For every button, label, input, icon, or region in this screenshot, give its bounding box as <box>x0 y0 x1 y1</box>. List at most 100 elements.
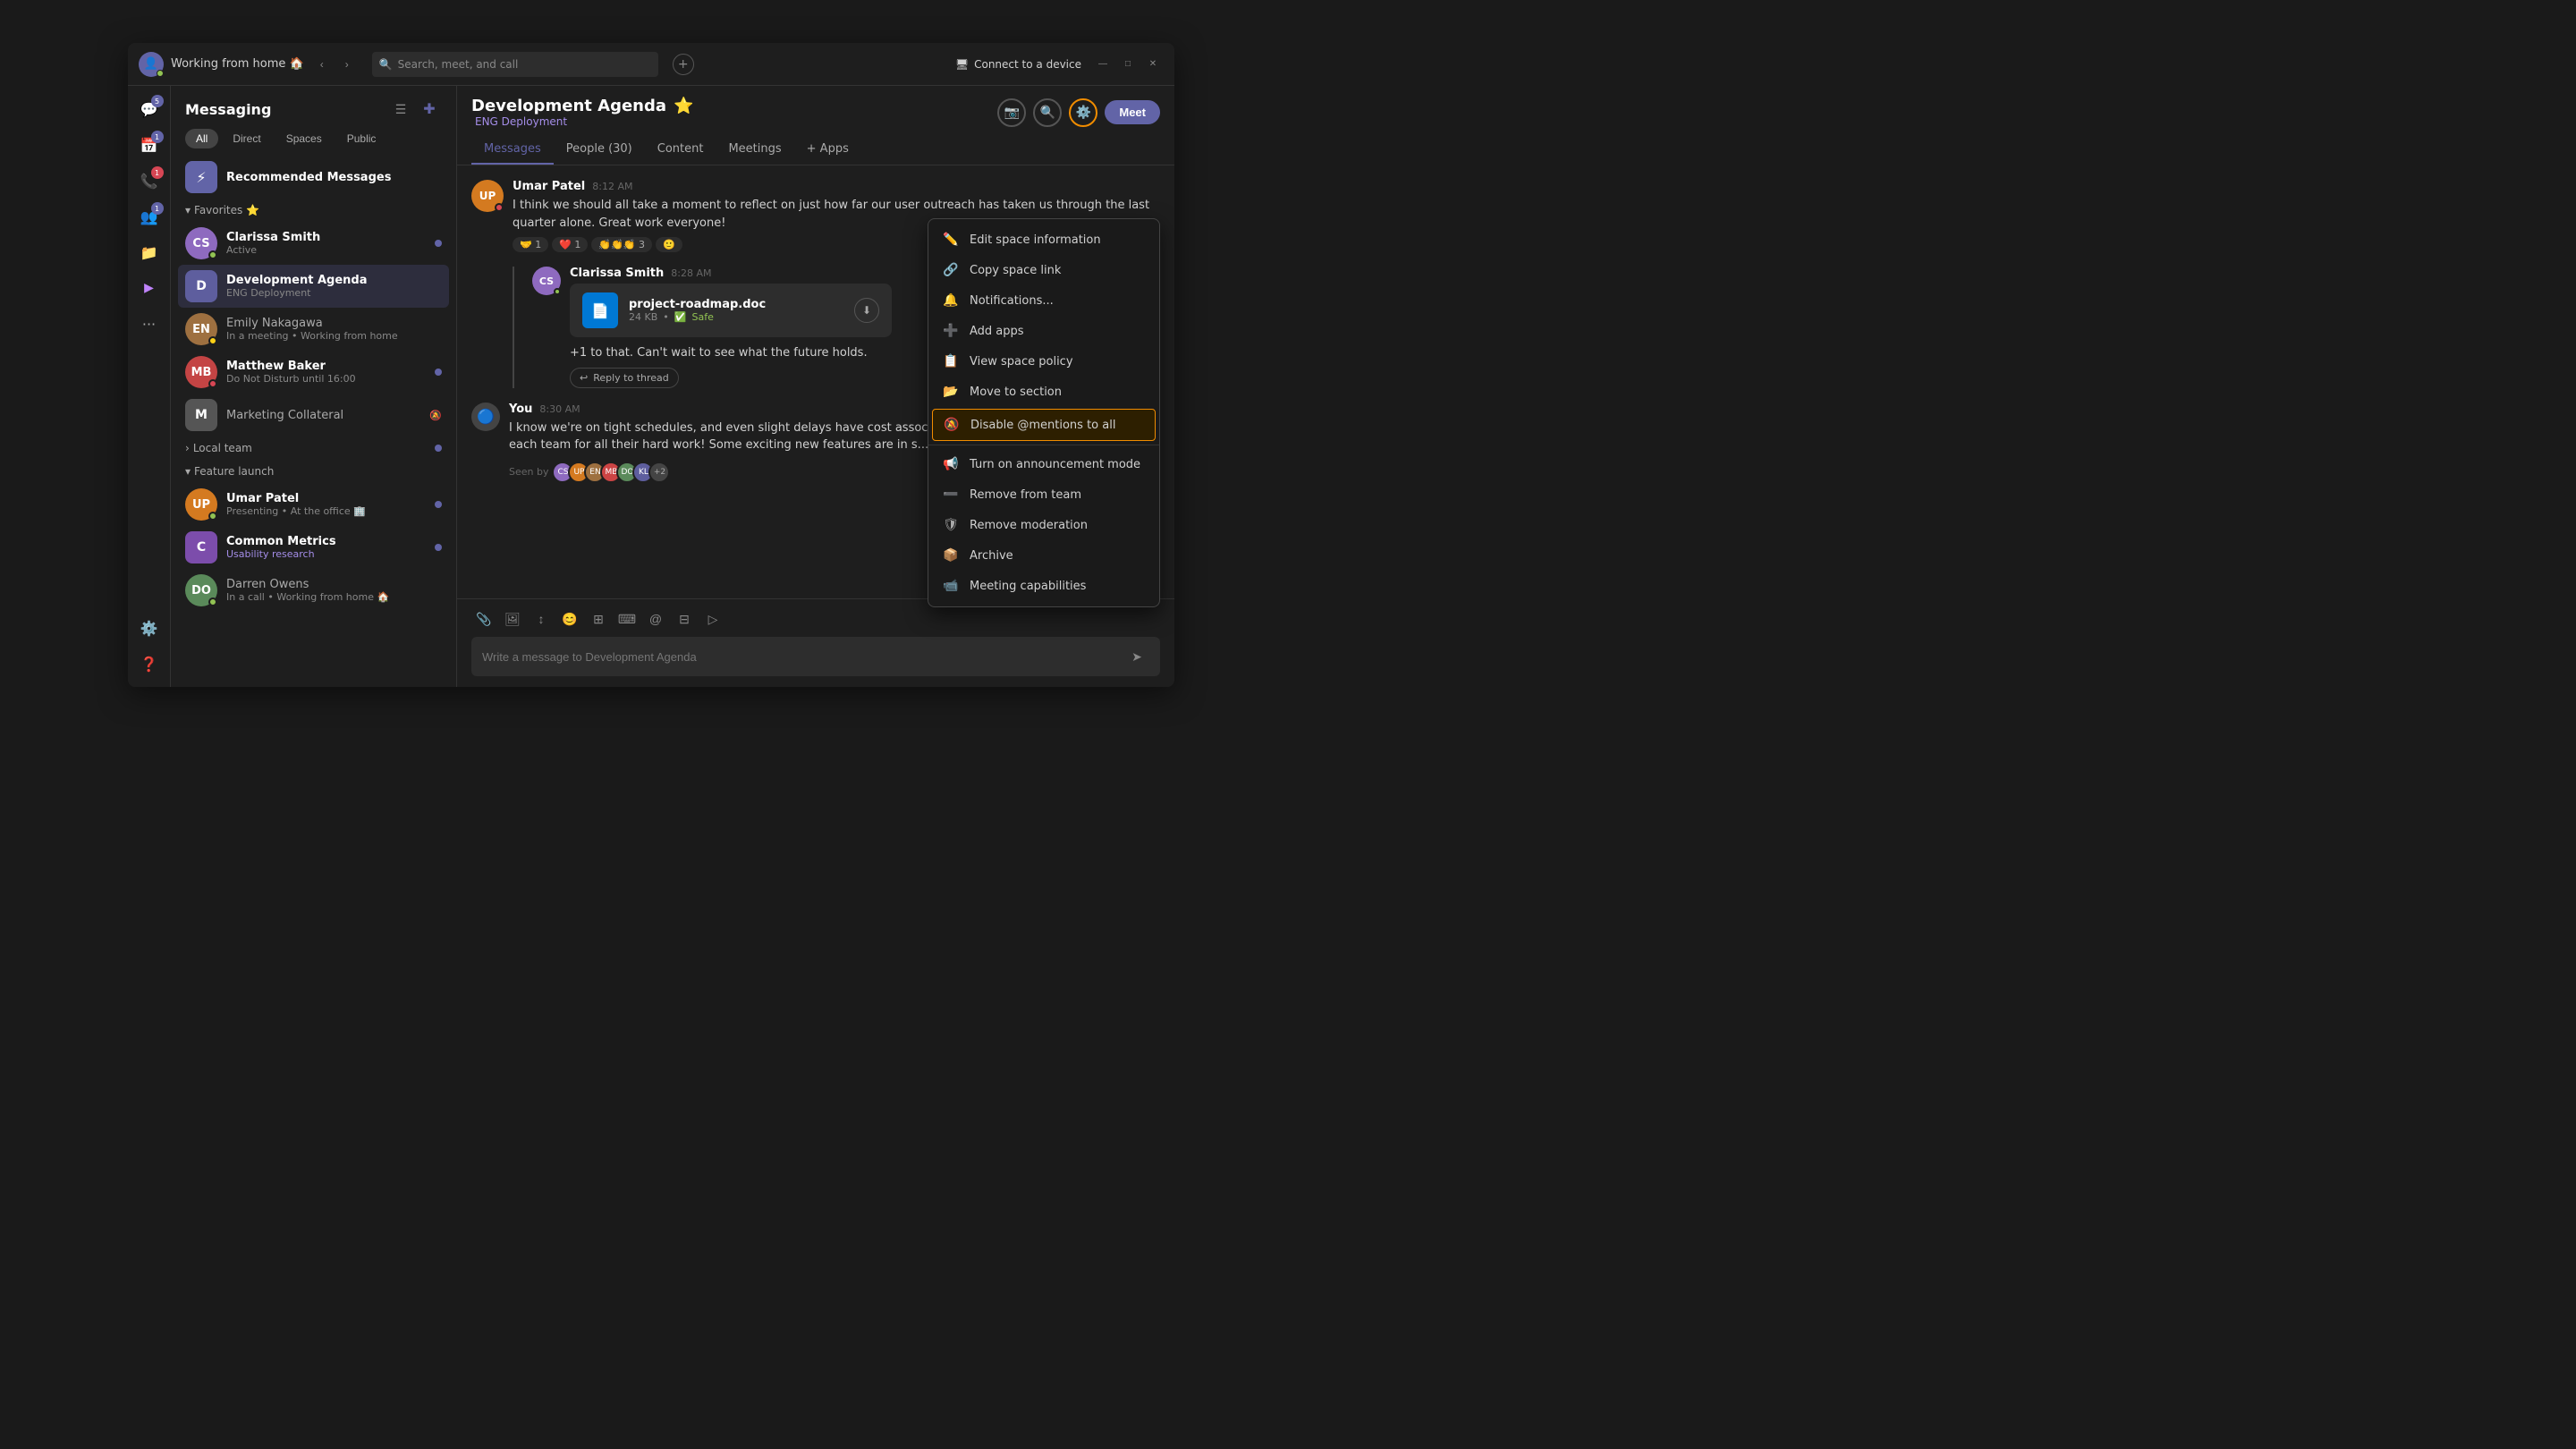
back-button[interactable]: ‹ <box>311 54 333 75</box>
matthew-unread <box>435 369 442 376</box>
nav-arrows: ‹ › <box>311 54 358 75</box>
dev-agenda-sub: ENG Deployment <box>226 287 442 299</box>
contact-dev-agenda[interactable]: D Development Agenda ENG Deployment <box>178 265 449 308</box>
user-avatar[interactable]: 👤 <box>139 52 164 77</box>
filter-icon-btn[interactable]: ☰ <box>388 97 413 122</box>
menu-announcement[interactable]: 📢 Turn on announcement mode <box>928 449 1159 479</box>
filter-public[interactable]: Public <box>336 129 387 148</box>
contact-metrics[interactable]: C Common Metrics Usability research <box>178 526 449 569</box>
input-toolbar: 📎 🖼 ↕ 😊 ⊞ ⌨ @ ⊟ ▷ <box>471 606 1160 631</box>
menu-notifications[interactable]: 🔔 Notifications... <box>928 285 1159 316</box>
contact-marketing[interactable]: M Marketing Collateral 🔕 <box>178 394 449 436</box>
connect-device[interactable]: 🖥 Connect to a device <box>955 58 1081 71</box>
mention-btn[interactable]: @ <box>643 606 668 631</box>
menu-view-policy[interactable]: 📋 View space policy <box>928 346 1159 377</box>
seen-label: Seen by <box>509 466 548 478</box>
tab-messages[interactable]: Messages <box>471 135 554 165</box>
umar-right <box>435 501 442 508</box>
matthew-right <box>435 369 442 376</box>
tab-apps[interactable]: + Apps <box>794 135 861 165</box>
download-btn[interactable]: ⬇ <box>854 298 879 323</box>
contact-darren[interactable]: DO Darren Owens In a call • Working from… <box>178 569 449 612</box>
reaction-clap[interactable]: 👏👏👏 3 <box>591 237 652 252</box>
chat-settings-btn[interactable]: ⚙️ <box>1069 98 1097 127</box>
sidebar-icon-files[interactable]: 📁 <box>133 236 165 268</box>
reaction-smile[interactable]: 🙂 <box>656 237 682 252</box>
search-chat-btn[interactable]: 🔍 <box>1033 98 1062 127</box>
minimize-button[interactable]: — <box>1092 54 1114 75</box>
chat-area: Development Agenda ⭐ ENG Deployment 📷 🔍 … <box>457 86 1174 687</box>
reaction-heart[interactable]: ❤️ 1 <box>552 237 588 252</box>
video-call-btn[interactable]: 📷 <box>997 98 1026 127</box>
add-button[interactable]: + <box>673 54 694 75</box>
umar-msg-avatar: UP <box>471 180 504 212</box>
emily-avatar: EN <box>185 313 217 345</box>
contact-list: ⚡ Recommended Messages ▾ Favorites ⭐ CS <box>171 156 456 687</box>
chat-badge: 5 <box>151 95 164 107</box>
tab-people[interactable]: People (30) <box>554 135 645 165</box>
tab-content[interactable]: Content <box>645 135 716 165</box>
filter-spaces[interactable]: Spaces <box>275 129 333 148</box>
emoji-btn[interactable]: 😊 <box>557 606 582 631</box>
metrics-sub: Usability research <box>226 548 426 560</box>
recommended-messages[interactable]: ⚡ Recommended Messages <box>178 156 449 199</box>
menu-edit-space[interactable]: ✏️ Edit space information <box>928 225 1159 255</box>
sidebar-icon-calendar[interactable]: 📅 1 <box>133 129 165 161</box>
tab-meetings[interactable]: Meetings <box>716 135 793 165</box>
code-btn[interactable]: ⌨ <box>614 606 640 631</box>
menu-move-section[interactable]: 📂 Move to section <box>928 377 1159 407</box>
list-btn[interactable]: ⊟ <box>672 606 697 631</box>
filter-all[interactable]: All <box>185 129 218 148</box>
meet-button[interactable]: Meet <box>1105 100 1160 124</box>
forward-button[interactable]: › <box>336 54 358 75</box>
compose-btn[interactable]: ✚ <box>417 97 442 122</box>
contact-matthew[interactable]: MB Matthew Baker Do Not Disturb until 16… <box>178 351 449 394</box>
sidebar-icon-calls[interactable]: 📞 1 <box>133 165 165 197</box>
filter-direct[interactable]: Direct <box>222 129 271 148</box>
emily-info: Emily Nakagawa In a meeting • Working fr… <box>226 317 442 342</box>
menu-archive[interactable]: 📦 Archive <box>928 540 1159 571</box>
sidebar-icon-people[interactable]: 👥 1 <box>133 200 165 233</box>
shield-icon: 🛡 <box>943 517 959 533</box>
sidebar-icon-more[interactable]: ··· <box>133 308 165 340</box>
darren-sub: In a call • Working from home 🏠 <box>226 591 442 603</box>
umar-sub: Presenting • At the office 🏢 <box>226 505 426 517</box>
bolt-icon: ⚡ <box>185 161 217 193</box>
announcement-label: Turn on announcement mode <box>970 458 1140 471</box>
notifications-label: Notifications... <box>970 294 1054 308</box>
feature-launch-section[interactable]: ▾ Feature launch <box>178 460 449 483</box>
menu-remove-mod[interactable]: 🛡 Remove moderation <box>928 510 1159 540</box>
umar-info: Umar Patel Presenting • At the office 🏢 <box>226 492 426 517</box>
contact-clarissa[interactable]: CS Clarissa Smith Active <box>178 222 449 265</box>
local-team-section[interactable]: › Local team <box>178 436 449 460</box>
contact-emily[interactable]: EN Emily Nakagawa In a meeting • Working… <box>178 308 449 351</box>
menu-meeting-cap[interactable]: 📹 Meeting capabilities <box>928 571 1159 601</box>
close-button[interactable]: ✕ <box>1142 54 1164 75</box>
sidebar-icon-chat[interactable]: 💬 5 <box>133 93 165 125</box>
attach-btn[interactable]: 📎 <box>471 606 496 631</box>
umar-msg-author: Umar Patel <box>513 180 585 193</box>
menu-remove-team[interactable]: ➖ Remove from team <box>928 479 1159 510</box>
send-button[interactable]: ➤ <box>1124 644 1149 669</box>
global-search[interactable]: 🔍 Search, meet, and call <box>372 52 658 77</box>
table-btn[interactable]: ⊞ <box>586 606 611 631</box>
menu-copy-link[interactable]: 🔗 Copy space link <box>928 255 1159 285</box>
reply-thread-btn[interactable]: ↩ Reply to thread <box>570 368 679 388</box>
favorites-section[interactable]: ▾ Favorites ⭐ <box>178 199 449 222</box>
menu-disable-mentions[interactable]: 🔕 Disable @mentions to all <box>932 409 1156 441</box>
more-tools-btn[interactable]: ▷ <box>700 606 725 631</box>
message-input[interactable] <box>482 650 1117 664</box>
sidebar-icon-settings[interactable]: ⚙️ <box>133 612 165 644</box>
reaction-handshake[interactable]: 🤝 1 <box>513 237 548 252</box>
menu-add-apps[interactable]: ➕ Add apps <box>928 316 1159 346</box>
image-btn[interactable]: 🖼 <box>500 606 525 631</box>
settings-icon: ⚙️ <box>140 620 158 637</box>
sidebar-icon-help[interactable]: ❓ <box>133 648 165 680</box>
maximize-button[interactable]: □ <box>1117 54 1139 75</box>
sidebar-icon-apps[interactable]: ▶ <box>133 272 165 304</box>
umar-msg-time: 8:12 AM <box>592 181 632 192</box>
messaging-title: Messaging <box>185 101 271 118</box>
contact-umar[interactable]: UP Umar Patel Presenting • At the office… <box>178 483 449 526</box>
format-btn[interactable]: ↕ <box>529 606 554 631</box>
matthew-sub: Do Not Disturb until 16:00 <box>226 373 426 385</box>
